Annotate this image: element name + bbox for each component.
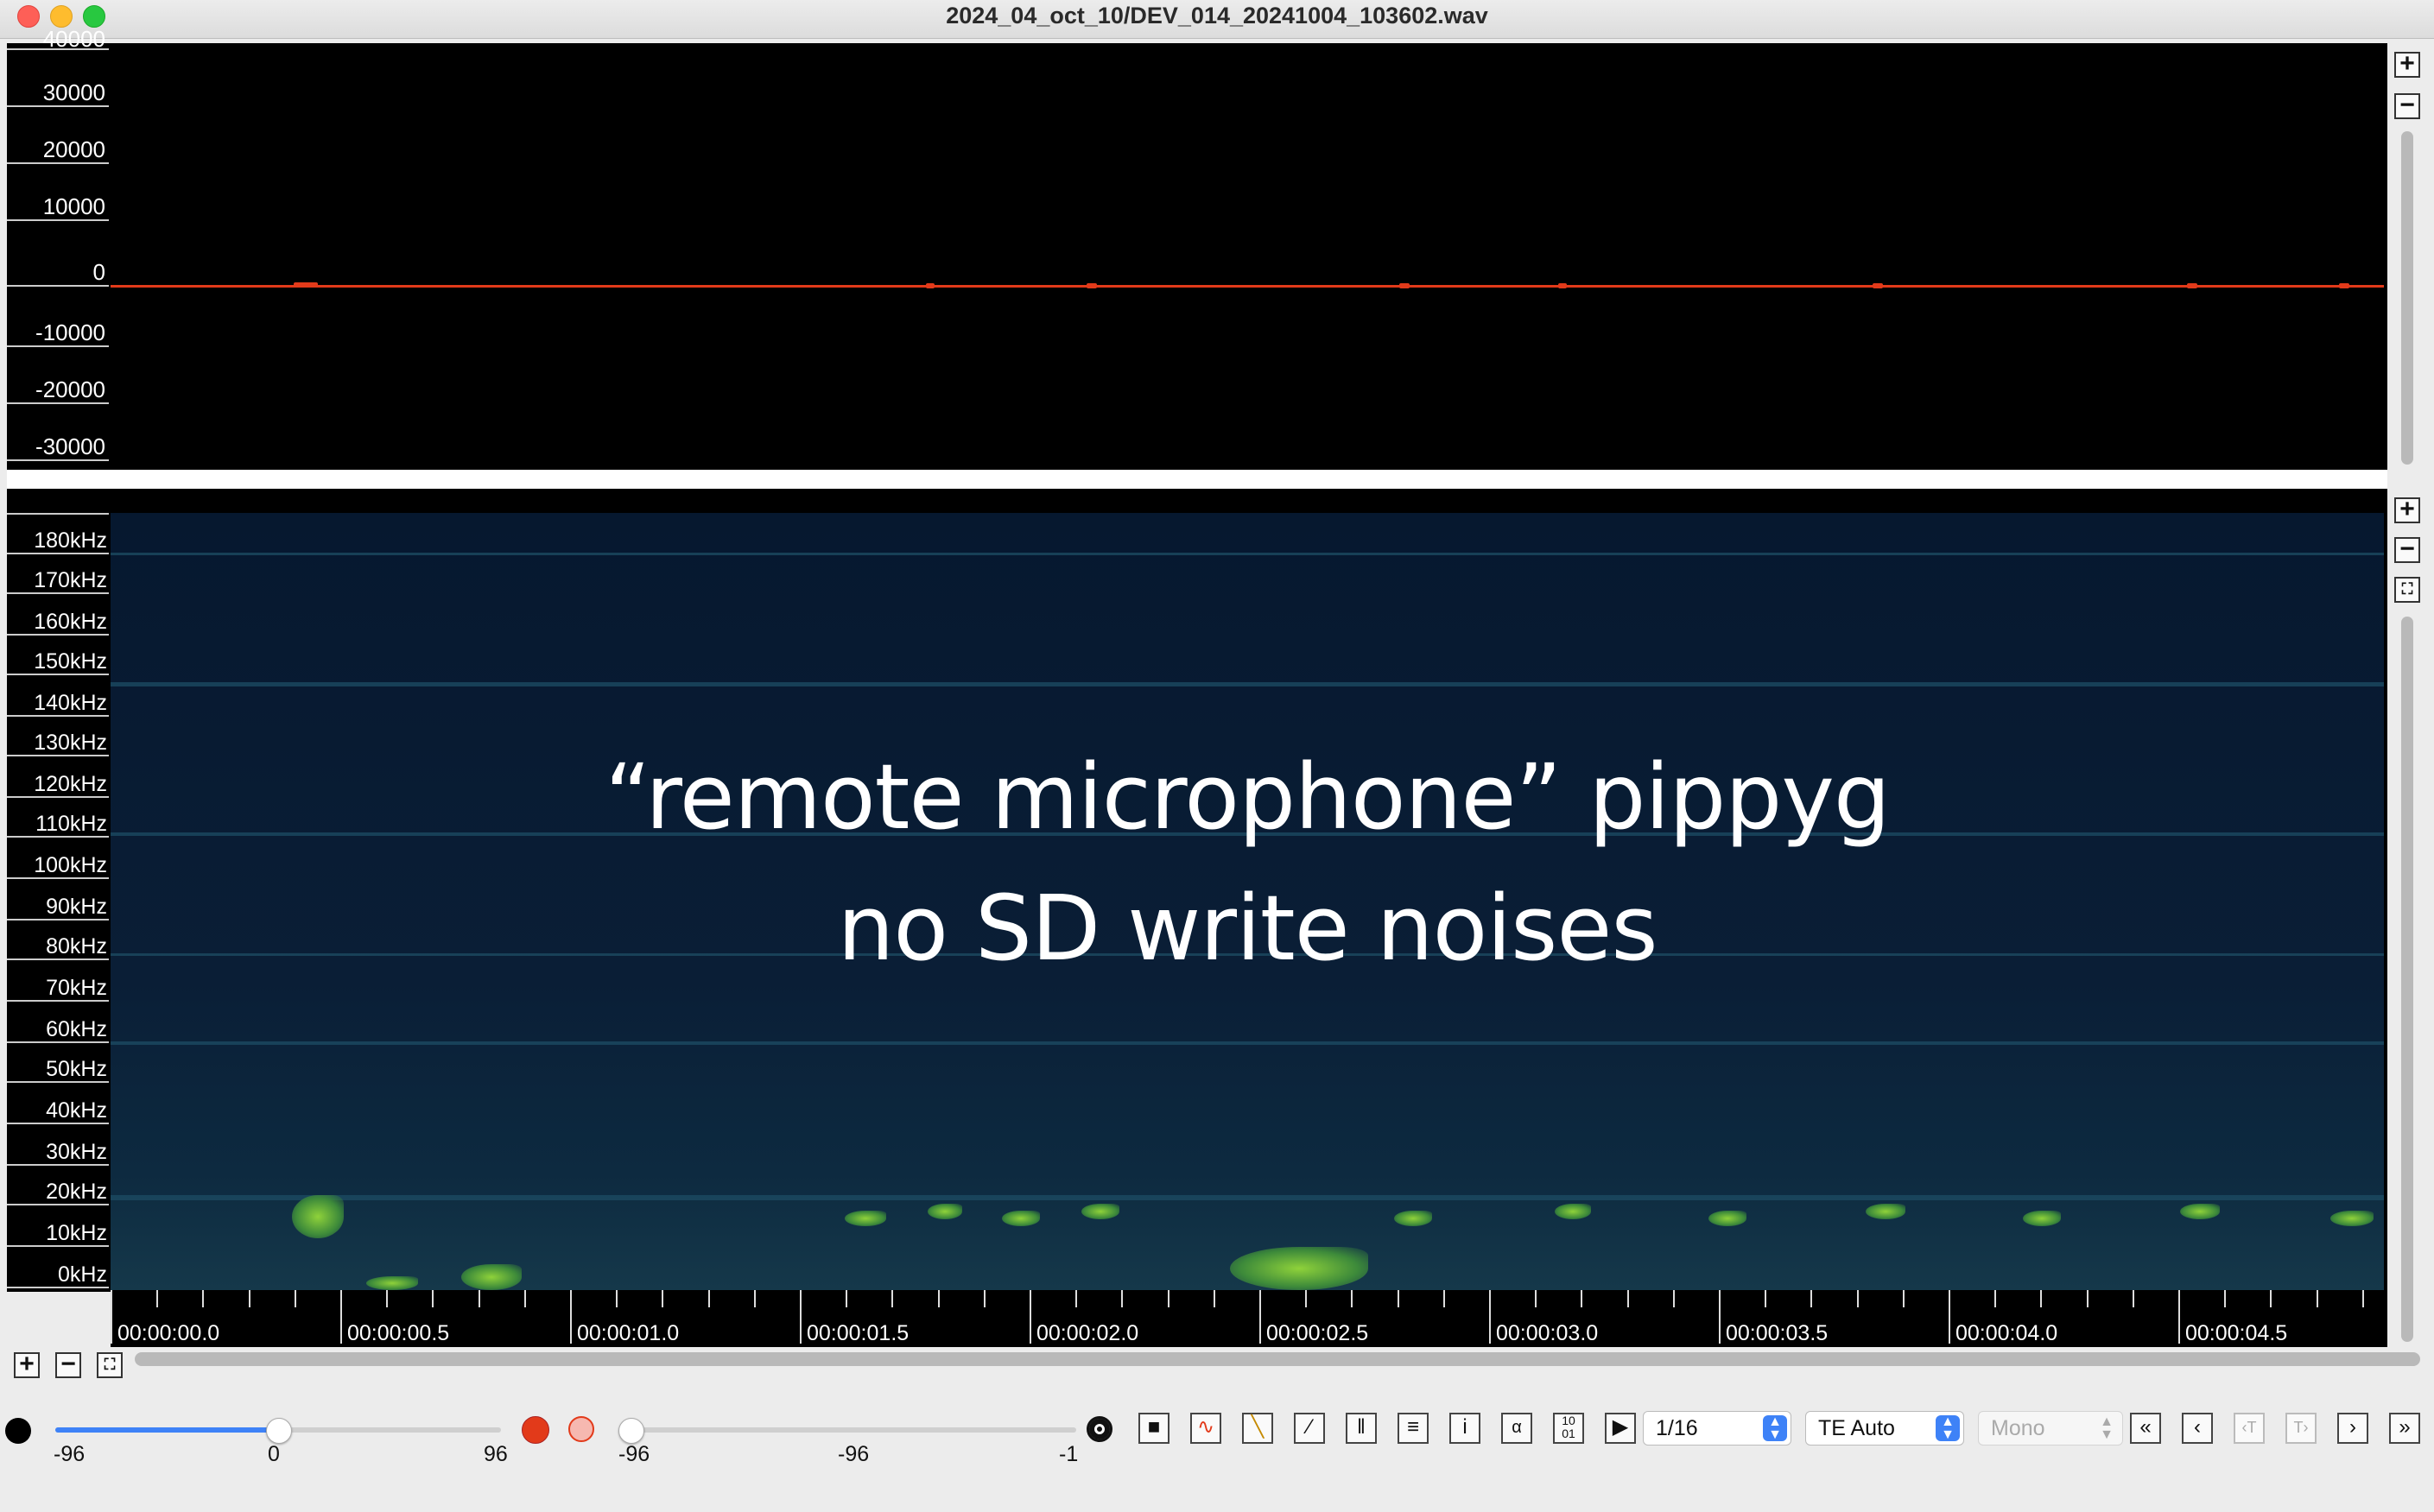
- rewind-start-icon[interactable]: «: [2130, 1413, 2161, 1444]
- freq-tick-label: 90kHz: [46, 895, 107, 919]
- waveform-spike: [2187, 283, 2197, 288]
- step-back-icon[interactable]: ‹: [2182, 1413, 2213, 1444]
- level-max-label: 96: [484, 1442, 508, 1466]
- binary-icon[interactable]: 10 01: [1553, 1413, 1584, 1444]
- next-tag-icon: T›: [2285, 1413, 2317, 1444]
- frequency-axis: 180kHz 170kHz 160kHz 150kHz 140kHz 130kH…: [7, 489, 111, 1292]
- time-zoom-in-icon[interactable]: +: [14, 1351, 40, 1378]
- time-tick-label: 00:00:02.5: [1266, 1321, 1369, 1345]
- rows-icon[interactable]: ≡: [1398, 1413, 1429, 1444]
- zoom-select[interactable]: 1/16 ▲ ▼: [1643, 1411, 1791, 1446]
- ratio-icon[interactable]: ⁄: [1294, 1413, 1325, 1444]
- freq-tick-label: 10kHz: [46, 1221, 107, 1245]
- record-level-label: -1: [1059, 1442, 1079, 1466]
- level-slider-fill: [55, 1427, 278, 1433]
- freq-tick-label: 30kHz: [46, 1140, 107, 1164]
- channel-select: Mono ▲ ▼: [1978, 1411, 2123, 1446]
- horizontal-scrollbar[interactable]: [135, 1352, 2420, 1366]
- channel-select-value: Mono: [1991, 1416, 2045, 1440]
- freq-tick-label: 80kHz: [46, 934, 107, 958]
- time-tick-label: 00:00:04.5: [2185, 1321, 2288, 1345]
- chevron-updown-icon: ▲ ▼: [1936, 1415, 1960, 1442]
- spectrogram-vertical-scrollbar[interactable]: [2401, 617, 2413, 1342]
- forward-end-icon[interactable]: »: [2389, 1413, 2420, 1444]
- freq-tick-label: 40kHz: [46, 1098, 107, 1123]
- alpha-icon[interactable]: α: [1501, 1413, 1532, 1444]
- waveform-spike: [1558, 283, 1567, 288]
- pen-icon[interactable]: ╲: [1242, 1413, 1273, 1444]
- waveform-zoom-out-icon[interactable]: −: [2394, 92, 2420, 119]
- chevron-updown-icon: ▲ ▼: [2100, 1414, 2114, 1442]
- window-title: 2024_04_oct_10/DEV_014_20241004_103602.w…: [946, 3, 1488, 28]
- waveform-trace: [111, 285, 2384, 288]
- waveform-spike: [2339, 283, 2349, 288]
- freq-tick-label: 0kHz: [58, 1262, 107, 1287]
- waveform-vertical-scrollbar[interactable]: [2401, 131, 2413, 465]
- time-tick-label: 00:00:03.5: [1726, 1321, 1829, 1345]
- spectrogram-fit-icon[interactable]: ⛶: [2394, 577, 2420, 603]
- te-mode-select[interactable]: TE Auto ▲ ▼: [1805, 1411, 1964, 1446]
- time-tick-label: 00:00:01.0: [577, 1321, 680, 1345]
- record-level-slider-knob[interactable]: [618, 1418, 644, 1444]
- record-level-slider[interactable]: [627, 1427, 1076, 1433]
- time-tick-label: 00:00:00.0: [117, 1321, 220, 1345]
- transport-bar: [0, 1382, 2434, 1512]
- time-fit-icon[interactable]: ⛶: [97, 1352, 123, 1378]
- waveform-zoom-in-icon[interactable]: +: [2394, 51, 2420, 78]
- info-icon[interactable]: i: [1449, 1413, 1480, 1444]
- te-select-value: TE Auto: [1818, 1416, 1895, 1440]
- panel-divider[interactable]: [7, 470, 2387, 489]
- title-bar: 2024_04_oct_10/DEV_014_20241004_103602.w…: [0, 0, 2434, 39]
- level-slider-knob[interactable]: [266, 1418, 292, 1444]
- waveform-spike: [1399, 283, 1410, 288]
- waveform-panel[interactable]: [7, 43, 2387, 470]
- waveform-icon[interactable]: ∿: [1190, 1413, 1221, 1444]
- time-tick-label: 00:00:01.5: [807, 1321, 910, 1345]
- record-level-label: -96: [838, 1442, 870, 1466]
- time-zoom-out-icon[interactable]: −: [55, 1351, 81, 1378]
- record-monitor-icon[interactable]: [568, 1416, 594, 1442]
- freq-tick-label: 140kHz: [34, 691, 107, 715]
- columns-icon[interactable]: ‖: [1346, 1413, 1377, 1444]
- freq-tick-label: 110kHz: [35, 812, 107, 836]
- freq-tick-label: 100kHz: [34, 853, 107, 877]
- freq-tick-label: 180kHz: [34, 528, 107, 553]
- play-icon[interactable]: ▶: [1605, 1413, 1636, 1444]
- freq-tick-label: 150kHz: [34, 649, 107, 674]
- freq-tick-label: 20kHz: [46, 1180, 107, 1204]
- stop-icon[interactable]: ■: [1138, 1413, 1169, 1444]
- record-level-label: -96: [618, 1442, 650, 1466]
- time-axis: 00:00:00.0 00:00:00.5 00:00:01.0 00:00:0…: [111, 1290, 2387, 1347]
- step-forward-icon[interactable]: ›: [2337, 1413, 2368, 1444]
- waveform-spike: [1087, 283, 1097, 288]
- freq-tick-label: 170kHz: [34, 568, 107, 592]
- freq-tick-label: 60kHz: [46, 1017, 107, 1041]
- time-tick-label: 00:00:00.5: [347, 1321, 450, 1345]
- freq-tick-label: 50kHz: [46, 1057, 107, 1081]
- time-tick-label: 00:00:02.0: [1036, 1321, 1139, 1345]
- spectrogram-zoom-in-icon[interactable]: +: [2394, 497, 2420, 523]
- amplitude-axis: 40000 30000 20000 10000 0 -10000 -20000 …: [7, 28, 111, 470]
- waveform-spike: [1873, 283, 1883, 288]
- overlay-annotation-line2: no SD write noises: [837, 876, 1658, 981]
- waveform-spike: [294, 282, 318, 288]
- level-min-label: -96: [54, 1442, 86, 1466]
- time-tick-label: 00:00:03.0: [1496, 1321, 1599, 1345]
- freq-tick-label: 130kHz: [34, 731, 107, 755]
- time-tick-label: 00:00:04.0: [1955, 1321, 2058, 1345]
- waveform-spike: [926, 283, 935, 288]
- overlay-annotation-line1: “remote microphone” pippyg: [605, 744, 1891, 850]
- level-mid-label: 0: [268, 1442, 280, 1466]
- freq-tick-label: 160kHz: [34, 610, 107, 634]
- prev-tag-icon: ‹T: [2234, 1413, 2265, 1444]
- chevron-updown-icon: ▲ ▼: [1763, 1415, 1787, 1442]
- record-icon[interactable]: [1087, 1416, 1112, 1442]
- zoom-select-value: 1/16: [1656, 1416, 1698, 1440]
- freq-tick-label: 70kHz: [46, 976, 107, 1000]
- freq-tick-label: 120kHz: [34, 772, 107, 796]
- monitor-indicator-icon: [5, 1418, 31, 1444]
- spectrogram-zoom-out-icon[interactable]: −: [2394, 536, 2420, 563]
- record-arm-icon[interactable]: [522, 1416, 549, 1444]
